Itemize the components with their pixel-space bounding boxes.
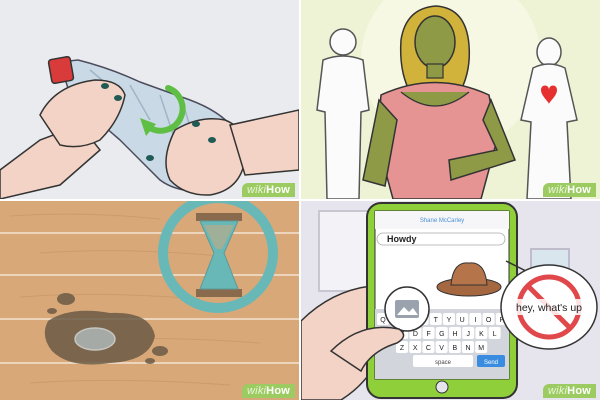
watermark: wikiHow bbox=[242, 183, 295, 197]
key-label: T bbox=[434, 317, 439, 324]
key-label: Y bbox=[447, 317, 452, 324]
space-key-label: space bbox=[435, 360, 452, 366]
key-label: B bbox=[452, 345, 457, 352]
watermark-prefix: wiki bbox=[247, 184, 267, 196]
watermark-prefix: wiki bbox=[548, 385, 568, 397]
photo-icon bbox=[384, 286, 430, 332]
key-label: J bbox=[466, 331, 470, 338]
key-label: D bbox=[413, 331, 418, 338]
watermark-suffix: How bbox=[567, 385, 591, 397]
key-label: F bbox=[426, 331, 430, 338]
bottle-twist-illustration bbox=[0, 0, 299, 199]
key-label: C bbox=[426, 345, 431, 352]
watermark: wikiHow bbox=[543, 183, 596, 197]
watermark-suffix: How bbox=[266, 184, 290, 196]
watermark-prefix: wiki bbox=[247, 385, 267, 397]
key-label: H bbox=[452, 331, 457, 338]
key-label: V bbox=[439, 345, 444, 352]
key-label: I bbox=[474, 317, 476, 324]
key-label: Z bbox=[400, 345, 405, 352]
people-illustration bbox=[301, 0, 600, 199]
phone-illustration: Shane McCarley Howdy QWERTYUIOPASDFGHJKL… bbox=[301, 201, 600, 400]
panel-people-crush: wikiHow bbox=[301, 0, 600, 199]
key-label: M bbox=[478, 345, 484, 352]
message-text[interactable]: Howdy bbox=[387, 234, 417, 244]
panel-wood-stain-wait: wikiHow bbox=[0, 201, 299, 400]
home-button bbox=[435, 380, 449, 394]
watermark-prefix: wiki bbox=[548, 184, 568, 196]
key-label: U bbox=[460, 317, 465, 324]
panel-phone-texting: Shane McCarley Howdy QWERTYUIOPASDFGHJKL… bbox=[301, 201, 600, 400]
watermark-suffix: How bbox=[266, 385, 290, 397]
panel-bottle-twist: wikiHow bbox=[0, 0, 299, 199]
image-grid: wikiHow wikiHow wikiHow Shane McCarley H… bbox=[0, 0, 600, 400]
wood-stain-illustration bbox=[0, 201, 299, 400]
watermark: wikiHow bbox=[242, 384, 295, 398]
key-label: N bbox=[465, 345, 470, 352]
key-label: K bbox=[479, 331, 484, 338]
watermark: wikiHow bbox=[543, 384, 596, 398]
watermark-suffix: How bbox=[567, 184, 591, 196]
bubble-text: hey, what's up bbox=[516, 302, 582, 314]
key-label: L bbox=[493, 331, 497, 338]
key-label: Q bbox=[380, 317, 386, 324]
key-label: O bbox=[486, 317, 492, 324]
key-label: X bbox=[413, 345, 418, 352]
contact-name: Shane McCarley bbox=[420, 218, 464, 224]
send-button-label: Send bbox=[484, 360, 498, 366]
key-label: G bbox=[439, 331, 444, 338]
